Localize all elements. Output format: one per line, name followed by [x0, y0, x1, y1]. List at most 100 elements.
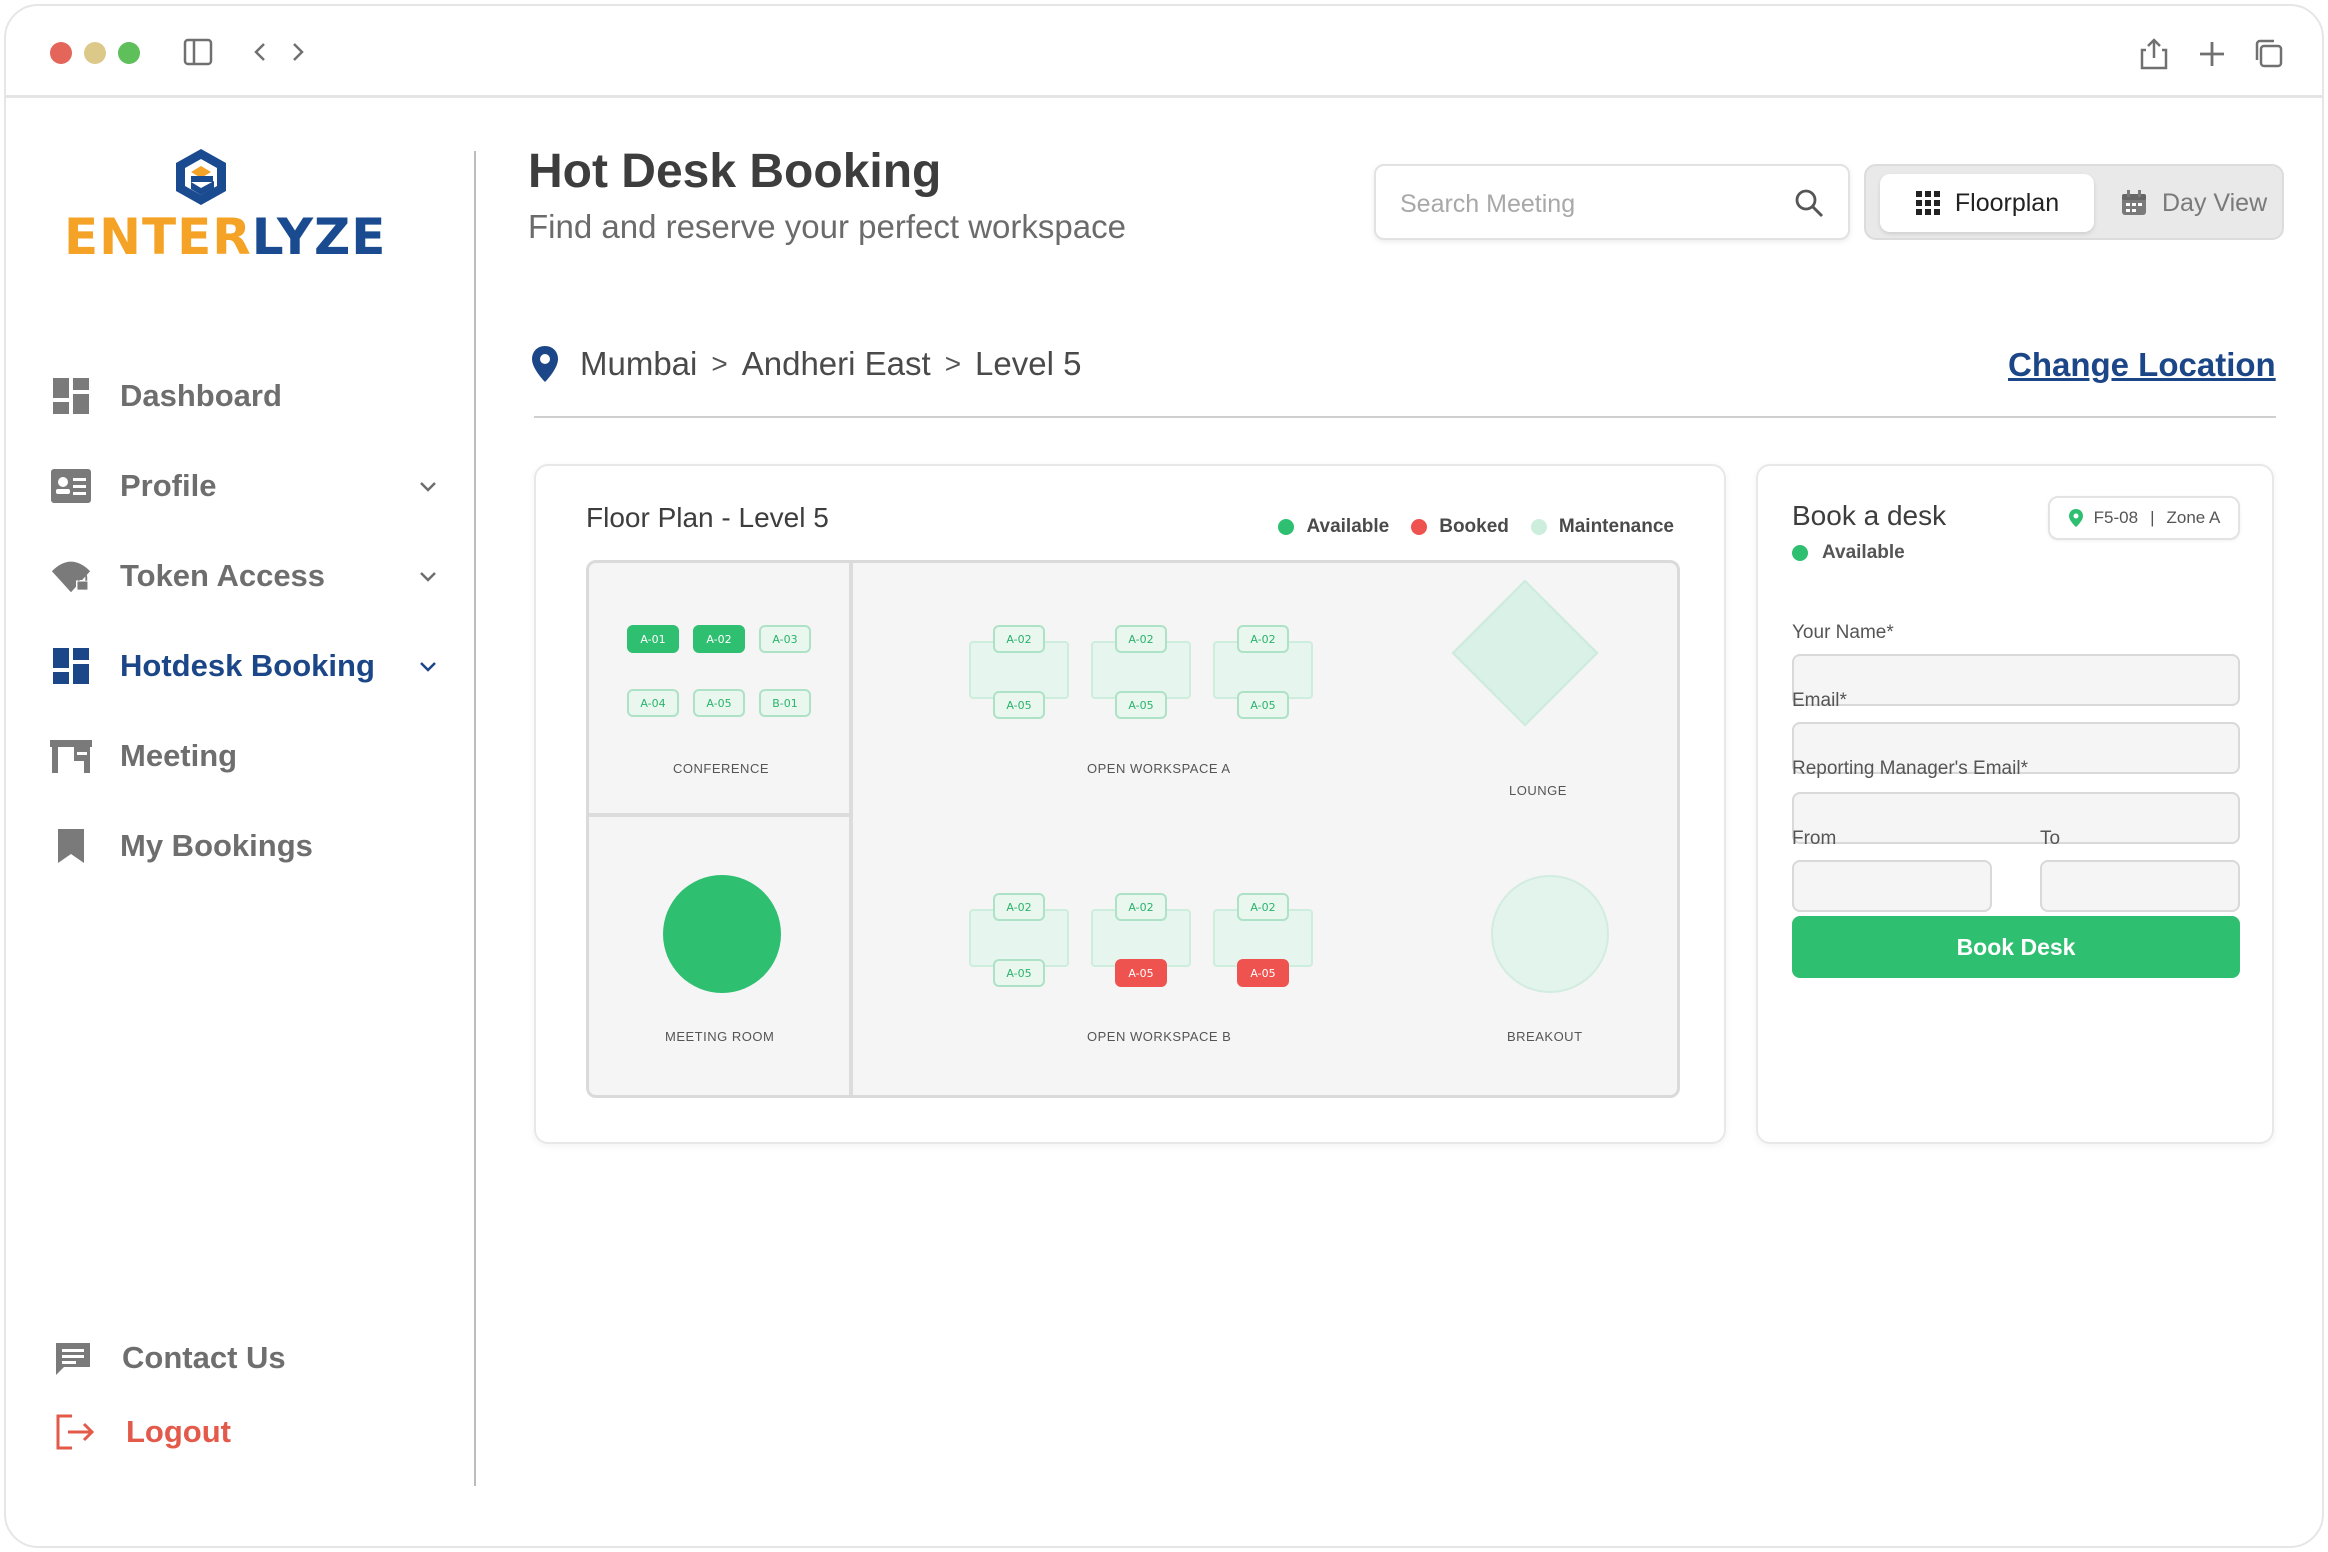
desk-A-02[interactable]: A-02 [1115, 893, 1167, 921]
desk-B-01[interactable]: B-01 [759, 689, 811, 717]
sidebar-item-token-access[interactable]: Token Access [50, 546, 450, 606]
enterlyze-logo[interactable]: ENTERLYZE [64, 146, 385, 266]
plan-wall [849, 563, 853, 1095]
sidebar-item-my-bookings[interactable]: My Bookings [50, 816, 450, 876]
meeting-room-shape[interactable] [663, 875, 781, 993]
maximize-window-button[interactable] [118, 42, 140, 64]
desk-A-05[interactable]: A-05 [1115, 691, 1167, 719]
breadcrumb-divider [534, 416, 2276, 418]
search-input[interactable] [1400, 184, 1780, 224]
zone-label-breakout: BREAKOUT [1507, 1029, 1583, 1044]
desk-A-05[interactable]: A-05 [1237, 691, 1289, 719]
close-window-button[interactable] [50, 42, 72, 64]
chip-separator: | [2150, 508, 2155, 527]
booking-card: Book a desk Available F5-08 | Zone A You… [1756, 464, 2274, 1144]
zone-label-meeting-room: MEETING ROOM [665, 1029, 775, 1044]
page-subtitle: Find and reserve your perfect workspace [528, 208, 1126, 245]
floorplan-view-button[interactable]: Floorplan [1880, 174, 2094, 232]
available-dot-icon [1792, 545, 1808, 561]
plan-wall [589, 813, 851, 817]
breadcrumb-area[interactable]: Andheri East [742, 345, 931, 383]
desk-A-05[interactable]: A-05 [1237, 959, 1289, 987]
location-pin-icon [532, 346, 558, 382]
floor-plan-map: A-01 A-02 A-03 A-04 A-05 B-01 CONFERENCE… [586, 560, 1680, 1098]
sidebar-item-meeting[interactable]: Meeting [50, 726, 450, 786]
browser-toolbar [6, 6, 2322, 98]
search-icon[interactable] [1794, 188, 1824, 218]
breadcrumb-separator: > [711, 348, 728, 379]
desk-A-02[interactable]: A-02 [993, 893, 1045, 921]
tabs-overview-icon[interactable] [2252, 36, 2284, 72]
browser-window: ENTERLYZE Dashboard Profile Token Access [4, 4, 2324, 1548]
breadcrumb-level[interactable]: Level 5 [975, 345, 1081, 383]
sidebar-item-dashboard[interactable]: Dashboard [50, 366, 450, 426]
breakout-shape[interactable] [1491, 875, 1609, 993]
from-label: From [1792, 828, 1837, 849]
selected-desk-id: F5-08 [2093, 508, 2139, 527]
desk-A-01[interactable]: A-01 [627, 625, 679, 653]
grid-dots-icon [1915, 191, 1940, 215]
from-field[interactable] [1792, 860, 1992, 912]
desk-A-02[interactable]: A-02 [1115, 625, 1167, 653]
contact-us-link[interactable]: Contact Us [54, 1333, 286, 1383]
desk-A-02[interactable]: A-02 [1237, 625, 1289, 653]
desk-A-02[interactable]: A-02 [993, 625, 1045, 653]
forward-icon[interactable] [284, 36, 312, 68]
view-toggle: Floorplan Day View [1864, 164, 2284, 240]
desk-A-02[interactable]: A-02 [1237, 893, 1289, 921]
back-icon[interactable] [246, 36, 274, 68]
name-label: Your Name* [1792, 622, 1894, 643]
sidebar: ENTERLYZE Dashboard Profile Token Access [6, 101, 476, 1481]
desk-A-05[interactable]: A-05 [1115, 959, 1167, 987]
desk-A-03[interactable]: A-03 [759, 625, 811, 653]
zone-label-open-workspace-b: OPEN WORKSPACE B [1087, 1029, 1232, 1044]
profile-card-icon [50, 465, 92, 507]
floor-plan-card: Floor Plan - Level 5 Available Booked Ma… [534, 464, 1726, 1144]
legend-available: Available [1278, 516, 1389, 538]
day-view-label: Day View [2162, 188, 2268, 217]
chevron-down-icon[interactable] [416, 654, 440, 678]
maintenance-dot-icon [1530, 519, 1547, 535]
book-desk-button[interactable]: Book Desk [1792, 916, 2240, 978]
breadcrumb-separator: > [944, 348, 962, 379]
sidebar-item-hotdesk-booking[interactable]: Hotdesk Booking [50, 636, 450, 696]
selected-desk-chip: F5-08 | Zone A [2048, 496, 2240, 540]
logout-button[interactable]: Logout [54, 1407, 231, 1457]
zone-label-lounge: LOUNGE [1509, 783, 1567, 798]
to-field[interactable] [2040, 860, 2240, 912]
location-pin-icon [2068, 509, 2083, 527]
chevron-down-icon[interactable] [416, 474, 440, 498]
desk-A-05[interactable]: A-05 [993, 959, 1045, 987]
breadcrumb: Mumbai > Andheri East > Level 5 [530, 342, 1081, 386]
breadcrumb-city[interactable]: Mumbai [580, 345, 697, 383]
desk-A-04[interactable]: A-04 [627, 689, 679, 717]
email-label: Email* [1792, 690, 1847, 711]
sidebar-item-profile[interactable]: Profile [50, 456, 450, 516]
calendar-icon [2122, 190, 2146, 215]
desk-A-05[interactable]: A-05 [993, 691, 1045, 719]
lounge-shape[interactable] [1451, 579, 1599, 727]
day-view-button[interactable]: Day View [2120, 174, 2267, 232]
share-icon[interactable] [2138, 36, 2170, 72]
chevron-down-icon[interactable] [416, 564, 440, 588]
desk-A-05[interactable]: A-05 [693, 689, 745, 717]
new-tab-icon[interactable] [2196, 36, 2228, 72]
name-field[interactable] [1792, 654, 2240, 706]
available-dot-icon [1278, 519, 1295, 535]
dashboard-icon [50, 375, 92, 417]
desk-A-02[interactable]: A-02 [693, 625, 745, 653]
change-location-link[interactable]: Change Location [2008, 346, 2276, 384]
manager-email-field[interactable] [1792, 792, 2240, 844]
sidebar-toggle-icon[interactable] [182, 36, 214, 68]
legend-maintenance: Maintenance [1530, 516, 1674, 538]
chat-icon [56, 1343, 90, 1375]
desk-status-label: Available [1822, 542, 1905, 563]
wifi-lock-icon [50, 555, 92, 597]
sidebar-item-label: Hotdesk Booking [120, 648, 375, 683]
minimize-window-button[interactable] [84, 42, 106, 64]
desk-status: Available [1792, 542, 1905, 564]
floor-plan-title: Floor Plan - Level 5 [586, 502, 829, 533]
contact-us-label: Contact Us [122, 1340, 286, 1375]
page-title: Hot Desk Booking [528, 145, 942, 198]
selected-desk-zone: Zone A [2166, 508, 2221, 527]
